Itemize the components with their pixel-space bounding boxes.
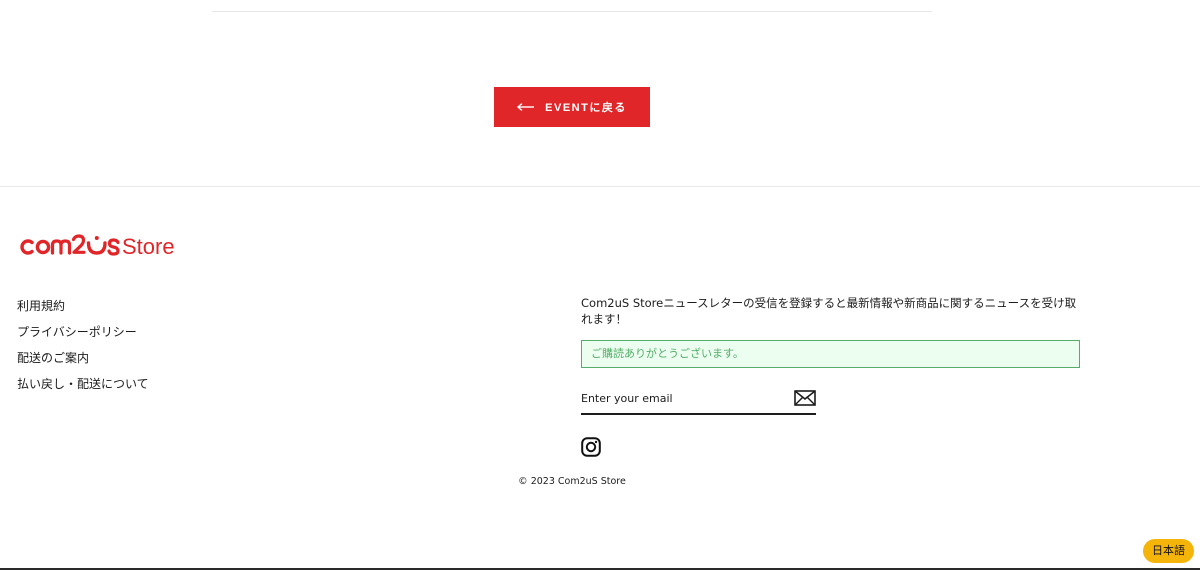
- newsletter-form: [581, 383, 816, 415]
- arrow-left-icon: [517, 102, 535, 112]
- footer-link-privacy[interactable]: プライバシーポリシー: [17, 324, 149, 350]
- back-button-label: EVENTに戻る: [545, 102, 627, 114]
- footer-divider: [0, 186, 1200, 187]
- newsletter-description: Com2uS Storeニュースレターの受信を登録すると最新情報や新商品に関する…: [581, 296, 1077, 326]
- logo-mark: Store: [20, 234, 175, 259]
- footer-link-refund-shipping[interactable]: 払い戻し・配送について: [17, 376, 149, 402]
- footer-link-terms[interactable]: 利用規約: [17, 298, 149, 324]
- instagram-icon[interactable]: [581, 437, 601, 457]
- subscription-success-message: ご購読ありがとうございます。: [581, 340, 1080, 368]
- com2us-store-logo[interactable]: Store: [18, 229, 218, 261]
- newsletter-section: Com2uS Storeニュースレターの受信を登録すると最新情報や新商品に関する…: [581, 295, 1101, 415]
- copyright-text: © 2023 Com2uS Store: [518, 476, 626, 487]
- envelope-icon[interactable]: [794, 390, 816, 406]
- top-divider: [212, 11, 932, 12]
- svg-text:Store: Store: [122, 234, 175, 259]
- back-to-event-button[interactable]: EVENTに戻る: [494, 87, 650, 127]
- email-input[interactable]: [581, 391, 781, 405]
- page: EVENTに戻る Store 利用規約 プライバシーポリシー 配送のご案内 払い…: [0, 0, 1200, 570]
- footer-links: 利用規約 プライバシーポリシー 配送のご案内 払い戻し・配送について: [17, 298, 149, 402]
- language-selector[interactable]: 日本語: [1143, 539, 1194, 563]
- footer-link-shipping-guide[interactable]: 配送のご案内: [17, 350, 149, 376]
